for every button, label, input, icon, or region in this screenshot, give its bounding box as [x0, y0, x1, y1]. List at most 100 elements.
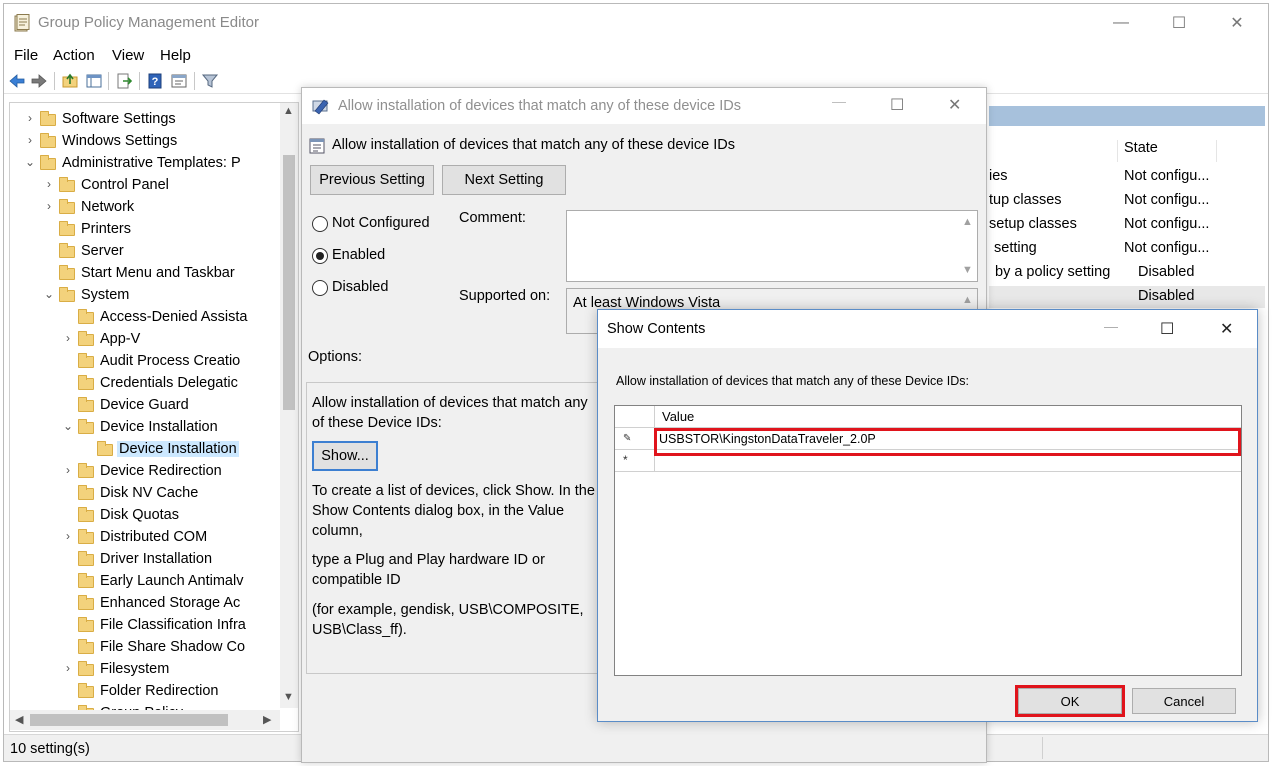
show-contents-titlebar[interactable]: Show Contents — ☐ ✕ — [598, 310, 1257, 348]
tree-item[interactable]: Audit Process Creatio — [10, 351, 280, 373]
help-icon[interactable]: ? — [146, 72, 164, 90]
folder-icon — [78, 529, 94, 544]
tree-item[interactable]: Device Guard — [10, 395, 280, 417]
not-configured-label[interactable]: Not Configured — [332, 215, 430, 231]
disabled-label[interactable]: Disabled — [332, 279, 388, 295]
folder-icon — [78, 683, 94, 698]
chevron-right-icon[interactable]: › — [43, 199, 55, 213]
tree-item[interactable]: Device Installation — [10, 439, 280, 461]
value-column-header[interactable]: Value — [655, 406, 1241, 428]
tree-item[interactable]: › Filesystem — [10, 659, 280, 681]
tree-item[interactable]: Disk Quotas — [10, 505, 280, 527]
chevron-right-icon[interactable]: › — [62, 463, 74, 477]
tree-item[interactable]: Folder Redirection — [10, 681, 280, 703]
tree-item[interactable]: File Share Shadow Co — [10, 637, 280, 659]
comment-scroll-down-icon[interactable]: ▼ — [962, 264, 973, 276]
menu-view[interactable]: View — [112, 47, 144, 64]
comment-textarea[interactable]: ▲ ▼ — [566, 210, 978, 282]
chevron-right-icon[interactable]: › — [43, 177, 55, 191]
tree-item-label: Printers — [81, 221, 131, 237]
tree-item[interactable]: › Device Redirection — [10, 461, 280, 483]
maximize-button[interactable]: ☐ — [1150, 4, 1208, 42]
policy-dialog-icon — [312, 99, 329, 115]
enabled-label[interactable]: Enabled — [332, 247, 385, 263]
tree-vertical-scrollbar[interactable]: ▲ ▼ — [280, 103, 298, 708]
setting-name-cell[interactable]: tup classes — [989, 192, 1062, 208]
tree-item[interactable]: › Control Panel — [10, 175, 280, 197]
show-close-button[interactable]: ✕ — [1220, 319, 1233, 339]
tree-item[interactable]: › Distributed COM — [10, 527, 280, 549]
chevron-down-icon[interactable]: ⌄ — [62, 419, 74, 433]
show-minimize-button[interactable]: — — [1104, 318, 1118, 334]
tree-item-label: Administrative Templates: P — [62, 155, 241, 171]
disabled-radio[interactable] — [312, 280, 328, 296]
not-configured-radio[interactable] — [312, 216, 328, 232]
tree-item[interactable]: Printers — [10, 219, 280, 241]
scroll-down-arrow-icon[interactable]: ▼ — [283, 691, 294, 703]
scroll-up-arrow-icon[interactable]: ▲ — [283, 105, 294, 117]
chevron-right-icon[interactable]: › — [62, 529, 74, 543]
folder-icon — [78, 463, 94, 478]
minimize-button[interactable]: — — [1092, 4, 1150, 42]
setting-name-cell[interactable]: by a policy setting — [995, 264, 1110, 280]
tree-item[interactable]: Credentials Delegatic — [10, 373, 280, 395]
export-list-icon[interactable] — [115, 72, 133, 90]
enabled-radio[interactable] — [312, 248, 328, 264]
chevron-right-icon[interactable]: › — [62, 331, 74, 345]
close-button[interactable]: ✕ — [1208, 4, 1266, 42]
tree-horizontal-scrollbar[interactable]: ◀ ▶ — [10, 710, 280, 730]
chevron-right-icon[interactable]: › — [24, 133, 36, 147]
show-maximize-button[interactable]: ☐ — [1160, 319, 1174, 339]
tree-item[interactable]: Server — [10, 241, 280, 263]
up-folder-icon[interactable] — [61, 72, 79, 90]
chevron-down-icon[interactable]: ⌄ — [24, 155, 36, 169]
tree-item[interactable]: File Classification Infra — [10, 615, 280, 637]
main-titlebar[interactable]: Group Policy Management Editor — ☐ ✕ — [4, 4, 1268, 44]
scroll-right-arrow-icon[interactable]: ▶ — [263, 713, 271, 726]
tree-vertical-scroll-thumb[interactable] — [283, 155, 295, 410]
tree-item[interactable]: › App-V — [10, 329, 280, 351]
tree-item[interactable]: ⌄ Device Installation — [10, 417, 280, 439]
comment-scroll-up-icon[interactable]: ▲ — [962, 216, 973, 228]
tree-item[interactable]: Driver Installation — [10, 549, 280, 571]
forward-arrow-icon[interactable] — [30, 72, 48, 90]
previous-setting-button[interactable]: Previous Setting — [310, 165, 434, 195]
tree-horizontal-scroll-thumb[interactable] — [30, 714, 228, 726]
tree-item[interactable]: ⌄ System — [10, 285, 280, 307]
setting-name-cell[interactable]: ies — [989, 168, 1008, 184]
tree-item[interactable]: › Software Settings — [10, 109, 280, 131]
setting-name-cell[interactable]: setup classes — [989, 216, 1077, 232]
tree-item[interactable]: Start Menu and Taskbar — [10, 263, 280, 285]
tree-item[interactable]: Disk NV Cache — [10, 483, 280, 505]
setting-name-cell[interactable]: setting — [994, 240, 1037, 256]
state-column-header[interactable]: State — [1117, 140, 1217, 162]
navigation-tree[interactable]: › Software Settings › Windows Settings ⌄ Admi… — [9, 102, 299, 732]
chevron-right-icon[interactable]: › — [62, 661, 74, 675]
scroll-left-arrow-icon[interactable]: ◀ — [15, 713, 23, 726]
tree-item-label: Audit Process Creatio — [100, 353, 241, 369]
tree-item[interactable]: ⌄ Administrative Templates: P — [10, 153, 280, 175]
folder-icon — [59, 221, 75, 236]
menu-file[interactable]: File — [14, 47, 38, 64]
policy-maximize-button[interactable]: ☐ — [890, 95, 904, 115]
chevron-down-icon[interactable]: ⌄ — [43, 287, 55, 301]
tree-item[interactable]: Access-Denied Assista — [10, 307, 280, 329]
filter-icon[interactable] — [201, 72, 219, 90]
properties-icon[interactable] — [170, 72, 188, 90]
supported-scroll-up-icon[interactable]: ▲ — [962, 294, 973, 306]
tree-item[interactable]: › Network — [10, 197, 280, 219]
cancel-button[interactable]: Cancel — [1132, 688, 1236, 714]
show-hide-tree-icon[interactable] — [85, 72, 103, 90]
policy-close-button[interactable]: ✕ — [948, 95, 961, 115]
policy-minimize-button[interactable]: — — [832, 93, 846, 109]
chevron-right-icon[interactable]: › — [24, 111, 36, 125]
supported-on-label: Supported on: — [459, 288, 551, 304]
tree-item[interactable]: › Windows Settings — [10, 131, 280, 153]
tree-item[interactable]: Enhanced Storage Ac — [10, 593, 280, 615]
next-setting-button[interactable]: Next Setting — [442, 165, 566, 195]
back-arrow-icon[interactable] — [8, 72, 26, 90]
menu-action[interactable]: Action — [53, 47, 95, 64]
show-button[interactable]: Show... — [312, 441, 378, 471]
tree-item[interactable]: Early Launch Antimalv — [10, 571, 280, 593]
menu-help[interactable]: Help — [160, 47, 191, 64]
